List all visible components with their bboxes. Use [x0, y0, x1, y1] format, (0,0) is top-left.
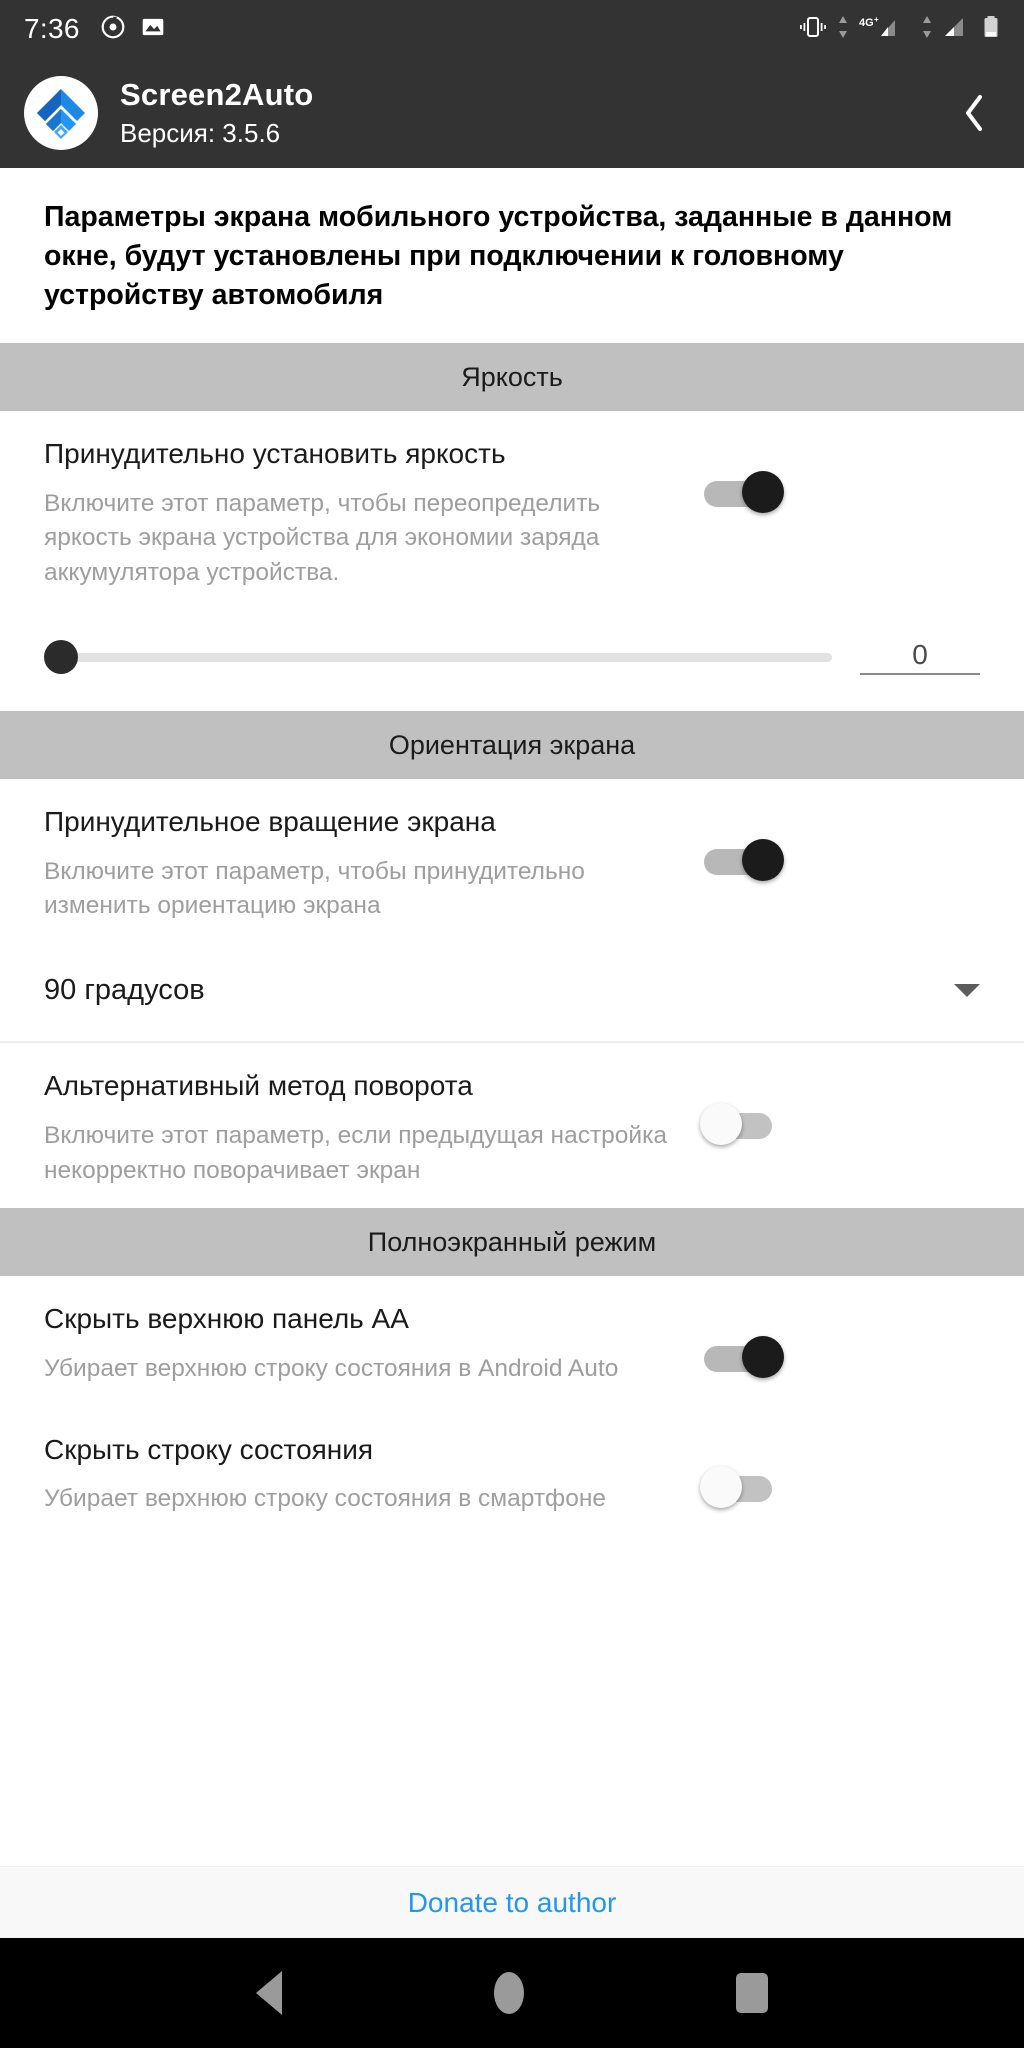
- toggle-thumb: [742, 470, 784, 513]
- setting-title: Принудительно установить яркость: [44, 438, 506, 470]
- app-bar: Screen2Auto Версия: 3.5.6: [0, 58, 1024, 168]
- setting-description: Включите этот параметр, если предыдущая …: [44, 1121, 667, 1184]
- svg-text:4G: 4G: [859, 17, 874, 29]
- setting-description: Включите этот параметр, чтобы переопреде…: [44, 489, 601, 587]
- phone-screen: 7:36 4G + Screen2Auto Версия: 3.5.6 Пара…: [0, 0, 1024, 2048]
- setting-description: Убирает верхнюю строку состояния в смарт…: [44, 1485, 606, 1513]
- chevron-left-icon[interactable]: [954, 93, 994, 133]
- donate-footer[interactable]: Donate to author: [0, 1866, 1024, 1938]
- data-arrows-icon: [836, 14, 850, 45]
- slider-track: [52, 652, 832, 662]
- screen2auto-logo-icon: [24, 76, 98, 150]
- toggle-hide-aa-bar[interactable]: [704, 1335, 784, 1378]
- settings-content: Параметры экрана мобильного устройства, …: [0, 168, 1024, 1938]
- setting-title: Альтернативный метод поворота: [44, 1070, 473, 1102]
- toggle-thumb: [700, 1102, 742, 1145]
- setting-row-alt-rotation[interactable]: Альтернативный метод поворота Включите э…: [0, 1043, 1024, 1208]
- status-bar: 7:36 4G +: [0, 0, 1024, 58]
- navigation-bar: [0, 1938, 1024, 2048]
- toggle-hide-status-bar[interactable]: [700, 1466, 780, 1509]
- toggle-force-brightness[interactable]: [704, 470, 784, 513]
- svg-text:+: +: [874, 15, 879, 24]
- setting-description: Включите этот параметр, чтобы принудител…: [44, 857, 585, 920]
- setting-row-hide-status-bar[interactable]: Скрыть строку состояния Убирает верхнюю …: [0, 1407, 1024, 1537]
- brightness-value[interactable]: 0: [860, 639, 980, 676]
- caret-down-icon[interactable]: [954, 984, 980, 998]
- status-bar-right-icons: 4G +: [799, 14, 1000, 45]
- record-circle-icon: [100, 14, 126, 45]
- app-version: Версия: 3.5.6: [120, 117, 281, 148]
- nav-home-circle-icon[interactable]: [494, 1972, 524, 2014]
- setting-row-force-brightness[interactable]: Принудительно установить яркость Включит…: [0, 411, 1024, 611]
- setting-description: Убирает верхнюю строку состояния в Andro…: [44, 1354, 619, 1382]
- setting-row-hide-aa-bar[interactable]: Скрыть верхнюю панель AA Убирает верхнюю…: [0, 1276, 1024, 1406]
- section-header-orientation: Ориентация экрана: [0, 711, 1024, 780]
- brightness-slider-row[interactable]: 0: [0, 611, 1024, 711]
- section-header-fullscreen: Полноэкранный режим: [0, 1208, 1024, 1277]
- dropdown-selected-value: 90 градусов: [44, 974, 205, 1007]
- vibrate-icon: [799, 14, 827, 45]
- status-bar-clock: 7:36: [24, 13, 80, 44]
- nav-back-triangle-icon[interactable]: [256, 1971, 282, 2015]
- toggle-force-rotation[interactable]: [704, 838, 784, 881]
- nav-recents-square-icon[interactable]: [736, 1973, 768, 2013]
- app-name: Screen2Auto: [120, 76, 314, 112]
- section-header-brightness: Яркость: [0, 343, 1024, 412]
- signal-4g-plus-icon: 4G +: [859, 14, 911, 45]
- brightness-slider[interactable]: [44, 637, 850, 677]
- toggle-thumb: [700, 1466, 742, 1509]
- rotation-degrees-dropdown[interactable]: 90 градусов: [0, 944, 1024, 1044]
- toggle-alt-rotation[interactable]: [700, 1102, 780, 1145]
- signal-bars-icon: [943, 14, 973, 45]
- setting-title: Скрыть строку состояния: [44, 1433, 374, 1465]
- battery-icon: [982, 14, 1000, 45]
- image-icon: [140, 14, 166, 45]
- intro-text: Параметры экрана мобильного устройства, …: [44, 201, 953, 312]
- setting-row-force-rotation[interactable]: Принудительное вращение экрана Включите …: [0, 779, 1024, 944]
- donate-link[interactable]: Donate to author: [408, 1887, 617, 1919]
- setting-title: Принудительное вращение экрана: [44, 806, 496, 838]
- slider-thumb[interactable]: [44, 640, 78, 675]
- toggle-thumb: [742, 838, 784, 881]
- toggle-thumb: [742, 1335, 784, 1378]
- status-bar-left-icons: [100, 14, 166, 45]
- app-title-block: Screen2Auto Версия: 3.5.6: [120, 77, 313, 149]
- data-arrows-icon-2: [920, 14, 934, 45]
- setting-title: Скрыть верхнюю панель AA: [44, 1303, 409, 1335]
